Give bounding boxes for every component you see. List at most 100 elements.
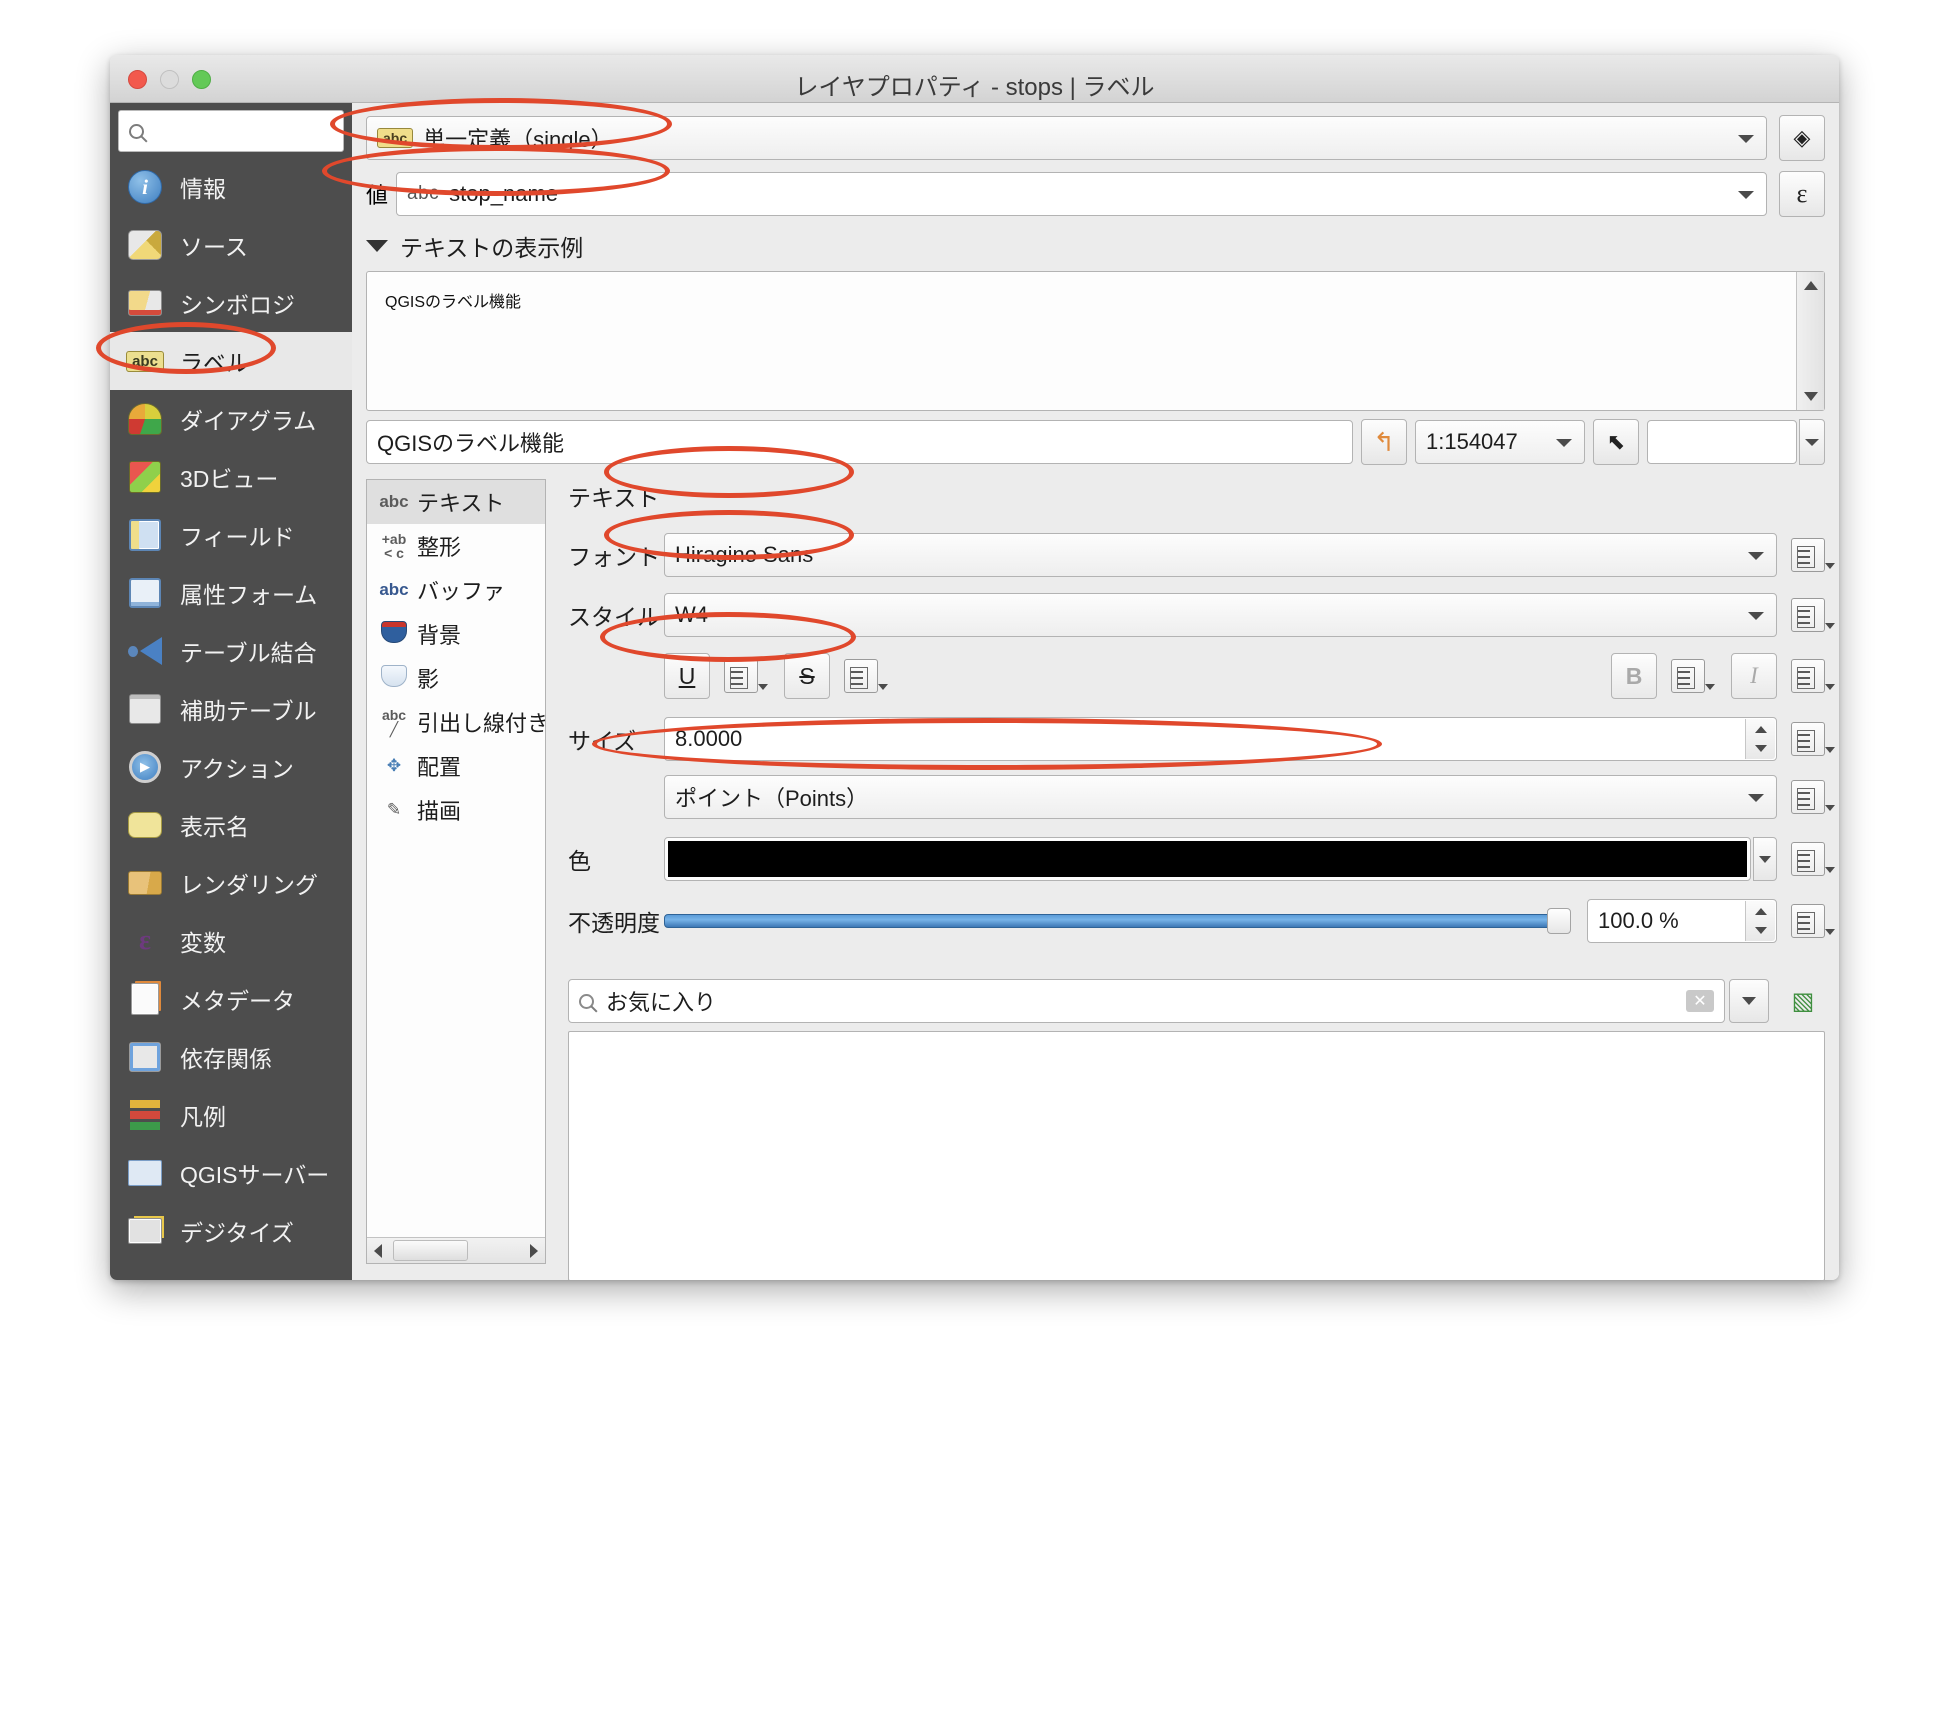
size-data-defined-button[interactable] (1791, 722, 1835, 756)
scroll-right-icon[interactable] (530, 1243, 538, 1258)
opacity-stepper[interactable] (1745, 901, 1775, 941)
text-color-button[interactable] (664, 837, 1751, 881)
font-data-defined-button[interactable] (1791, 538, 1835, 572)
preview-text-input[interactable]: QGISのラベル機能 (366, 420, 1353, 464)
color-data-defined-button[interactable] (1791, 842, 1835, 876)
scroll-up-icon[interactable] (1803, 281, 1818, 290)
color-dropdown-button[interactable] (1753, 837, 1777, 881)
underline-data-defined-button[interactable] (724, 659, 768, 693)
table-join-icon (124, 632, 166, 670)
sidebar-item-symbology[interactable]: シンボロジ (110, 274, 352, 332)
tab-list-hscrollbar[interactable] (367, 1237, 545, 1263)
opacity-data-defined-button[interactable] (1791, 904, 1835, 938)
size-unit-value: ポイント（Points） (675, 786, 869, 811)
sidebar-item-label: アクション (180, 756, 294, 782)
sidebar-item-qgis-server[interactable]: QGISサーバー (110, 1144, 352, 1202)
size-unit-row: ポイント（Points） (568, 775, 1835, 819)
unit-data-defined-button[interactable] (1791, 780, 1835, 814)
size-stepper[interactable] (1745, 719, 1775, 759)
chevron-down-icon (878, 684, 888, 690)
tab-buffer[interactable]: abc バッファ (367, 568, 545, 612)
sidebar-item-joins[interactable]: テーブル結合 (110, 622, 352, 680)
sidebar-item-legend[interactable]: 凡例 (110, 1086, 352, 1144)
font-size-spinbox[interactable]: 8.0000 (664, 717, 1777, 761)
tab-label: 整形 (417, 535, 462, 560)
value-field-combo[interactable]: abc stop_name (396, 172, 1767, 216)
clear-icon[interactable]: ✕ (1686, 990, 1714, 1012)
opacity-spinbox[interactable]: 100.0 % (1587, 899, 1777, 943)
style-data-defined-button[interactable] (1791, 598, 1835, 632)
value-field-value: stop_name (449, 181, 559, 206)
chevron-down-icon (758, 684, 768, 690)
sidebar-item-fields[interactable]: フィールド (110, 506, 352, 564)
preview-bg-dropdown-button[interactable] (1799, 419, 1825, 465)
text-preview-box: QGISのラベル機能 (366, 271, 1825, 411)
formatting-icon: +ab < c (381, 531, 407, 561)
tab-callouts[interactable]: abc╱ 引出し線付き… (367, 700, 545, 744)
expression-editor-button[interactable]: ε (1779, 171, 1825, 217)
tab-background[interactable]: 背景 (367, 612, 545, 656)
sidebar-item-label: QGISサーバー (180, 1162, 330, 1188)
window-title: レイヤプロパティ - stops | ラベル (794, 74, 1155, 101)
size-unit-combo[interactable]: ポイント（Points） (664, 775, 1777, 819)
qgis-server-icon (124, 1154, 166, 1192)
font-family-combo[interactable]: Hiragino Sans (664, 533, 1777, 577)
scroll-left-icon[interactable] (374, 1243, 382, 1258)
sidebar-search-input[interactable] (118, 110, 344, 152)
sidebar-item-digitizing[interactable]: デジタイズ (110, 1202, 352, 1260)
font-style-combo[interactable]: W4 (664, 593, 1777, 637)
sidebar-item-label: テーブル結合 (180, 640, 317, 666)
underline-button[interactable]: U (664, 653, 710, 699)
sidebar-item-variables[interactable]: ε 変数 (110, 912, 352, 970)
tab-placement[interactable]: ✥ 配置 (367, 744, 545, 788)
sidebar-item-label: 凡例 (180, 1104, 226, 1130)
sidebar-item-3dview[interactable]: 3Dビュー (110, 448, 352, 506)
bold-button[interactable]: B (1611, 653, 1657, 699)
3d-cube-icon (124, 458, 166, 496)
sidebar-item-dependencies[interactable]: 依存関係 (110, 1028, 352, 1086)
sidebar-item-diagrams[interactable]: ダイアグラム (110, 390, 352, 448)
favorites-dropdown-button[interactable] (1729, 979, 1769, 1023)
sidebar-item-labels[interactable]: abc ラベル (110, 332, 352, 390)
text-settings-heading: テキスト (568, 485, 660, 511)
tab-rendering[interactable]: ✎ 描画 (367, 788, 545, 832)
add-color-icon[interactable]: ▧ (1781, 987, 1825, 1016)
favorites-search-input[interactable]: お気に入り ✕ (568, 979, 1725, 1023)
fields-icon (124, 516, 166, 554)
tab-formatting[interactable]: +ab < c 整形 (367, 524, 545, 568)
preview-scrollbar[interactable] (1796, 272, 1824, 410)
sidebar-item-auxiliary-storage[interactable]: 補助テーブル (110, 680, 352, 738)
bold-data-defined-button[interactable] (1671, 659, 1715, 693)
preview-bg-color-swatch[interactable] (1647, 420, 1797, 464)
sidebar-item-metadata[interactable]: メタデータ (110, 970, 352, 1028)
favorites-color-list[interactable] (568, 1031, 1825, 1280)
value-field-row: 値 abc stop_name ε (366, 171, 1825, 217)
sidebar-item-actions[interactable]: ▶ アクション (110, 738, 352, 796)
sidebar-item-attributes-form[interactable]: 属性フォーム (110, 564, 352, 622)
sidebar-item-display[interactable]: 表示名 (110, 796, 352, 854)
font-style-value: W4 (675, 602, 708, 627)
opacity-slider[interactable] (664, 908, 1571, 934)
revert-icon[interactable]: ↰ (1361, 419, 1407, 465)
scroll-down-icon[interactable] (1803, 392, 1818, 401)
slider-handle[interactable] (1547, 908, 1571, 934)
italic-button[interactable]: I (1731, 653, 1777, 699)
tab-text[interactable]: abc テキスト (367, 480, 545, 524)
sidebar-item-source[interactable]: ソース (110, 216, 352, 274)
tab-shadow[interactable]: 影 (367, 656, 545, 700)
sidebar-item-rendering[interactable]: レンダリング (110, 854, 352, 912)
color-row: 色 (568, 837, 1835, 881)
labeling-mode-row: abc 単一定義（single） ◈ (366, 115, 1825, 161)
style-manager-button[interactable]: ◈ (1779, 115, 1825, 161)
strikethrough-data-defined-button[interactable] (844, 659, 888, 693)
preview-scale-combo[interactable]: 1:154047 (1415, 420, 1585, 464)
strikethrough-button[interactable]: S (784, 653, 830, 699)
labeling-mode-combo[interactable]: abc 単一定義（single） (366, 116, 1767, 160)
pick-cursor-icon[interactable]: ⬉ (1593, 419, 1639, 465)
font-size-value: 8.0000 (675, 726, 743, 751)
sidebar-item-label: 情報 (180, 176, 226, 202)
preview-section-header[interactable]: テキストの表示例 (366, 229, 1825, 263)
italic-data-defined-button[interactable] (1791, 659, 1835, 693)
scrollbar-thumb[interactable] (393, 1240, 468, 1261)
sidebar-item-information[interactable]: i 情報 (110, 158, 352, 216)
